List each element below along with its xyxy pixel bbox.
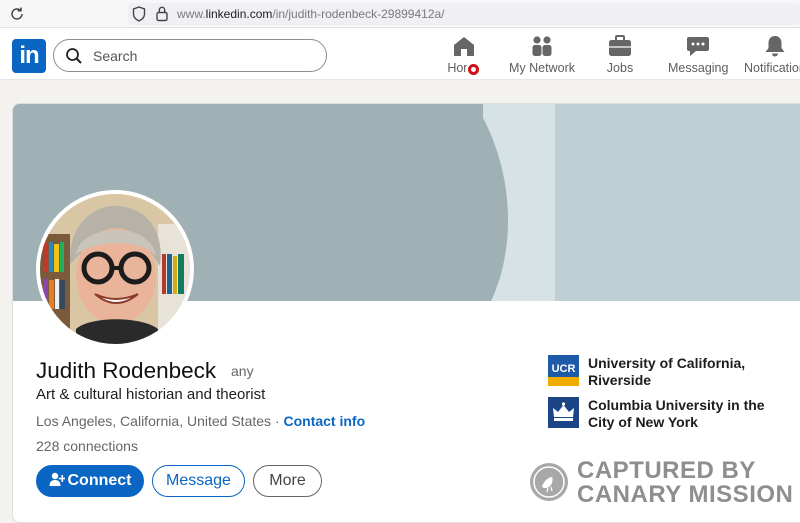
location-separator: ·	[271, 413, 284, 429]
nav-label-notifications: Notifications	[744, 61, 800, 75]
nav-notifications[interactable]: Notifications	[744, 34, 800, 78]
location-text: Los Angeles, California, United States	[36, 413, 272, 429]
home-icon	[454, 37, 474, 56]
portrait-illustration	[40, 194, 190, 344]
watermark-text: CAPTURED BY CANARY MISSION	[577, 459, 793, 507]
profile-pronoun: any	[231, 363, 254, 379]
search-icon	[66, 48, 82, 64]
nav-messaging[interactable]: Messaging	[668, 34, 728, 78]
education-name-columbia: Columbia University in the City of New Y…	[588, 397, 765, 430]
nav-label-my-network: My Network	[509, 61, 575, 75]
contact-info-link[interactable]: Contact info	[283, 413, 365, 429]
nav-jobs[interactable]: Jobs	[605, 34, 635, 78]
watermark-line-2: CANARY MISSION	[577, 481, 794, 508]
svg-text:UCR: UCR	[552, 363, 576, 375]
nav-my-network[interactable]: My Network	[508, 34, 576, 78]
message-button[interactable]: Message	[152, 465, 245, 497]
home-notification-badge	[466, 62, 481, 77]
search-input[interactable]: Search	[53, 39, 327, 72]
reload-icon[interactable]	[9, 6, 25, 22]
browser-toolbar: www.linkedin.com/in/judith-rodenbeck-298…	[0, 0, 800, 28]
ucr-logo: UCR	[548, 355, 579, 386]
url-text[interactable]: www.linkedin.com/in/judith-rodenbeck-298…	[177, 7, 445, 21]
add-person-icon	[49, 472, 65, 486]
profile-location: Los Angeles, California, United States ·…	[36, 413, 365, 429]
network-icon	[532, 36, 552, 56]
top-navigation: in Search Home My Network Jobs Messaging…	[0, 28, 800, 80]
profile-headline: Art & cultural historian and theorist	[36, 386, 266, 403]
education-name-ucr: University of California, Riverside	[588, 355, 746, 388]
bell-icon	[765, 36, 785, 57]
watermark-line-1: CAPTURED BY	[577, 457, 756, 484]
linkedin-logo[interactable]: in	[12, 39, 46, 73]
crown-icon	[548, 397, 579, 428]
briefcase-icon	[609, 35, 631, 56]
more-button[interactable]: More	[253, 465, 322, 497]
nav-label-jobs: Jobs	[606, 61, 634, 75]
shield-icon[interactable]	[132, 6, 146, 22]
nav-label-messaging: Messaging	[668, 61, 729, 75]
profile-photo[interactable]	[36, 190, 194, 348]
connect-label: Connect	[67, 472, 132, 489]
chat-icon	[687, 37, 709, 56]
lock-icon[interactable]	[155, 5, 169, 22]
profile-name: Judith Rodenbeck	[36, 358, 217, 383]
connections-count[interactable]: 228 connections	[36, 438, 138, 454]
canary-bird-icon	[530, 463, 568, 501]
connect-button[interactable]: Connect	[36, 465, 144, 497]
search-placeholder: Search	[93, 48, 138, 64]
